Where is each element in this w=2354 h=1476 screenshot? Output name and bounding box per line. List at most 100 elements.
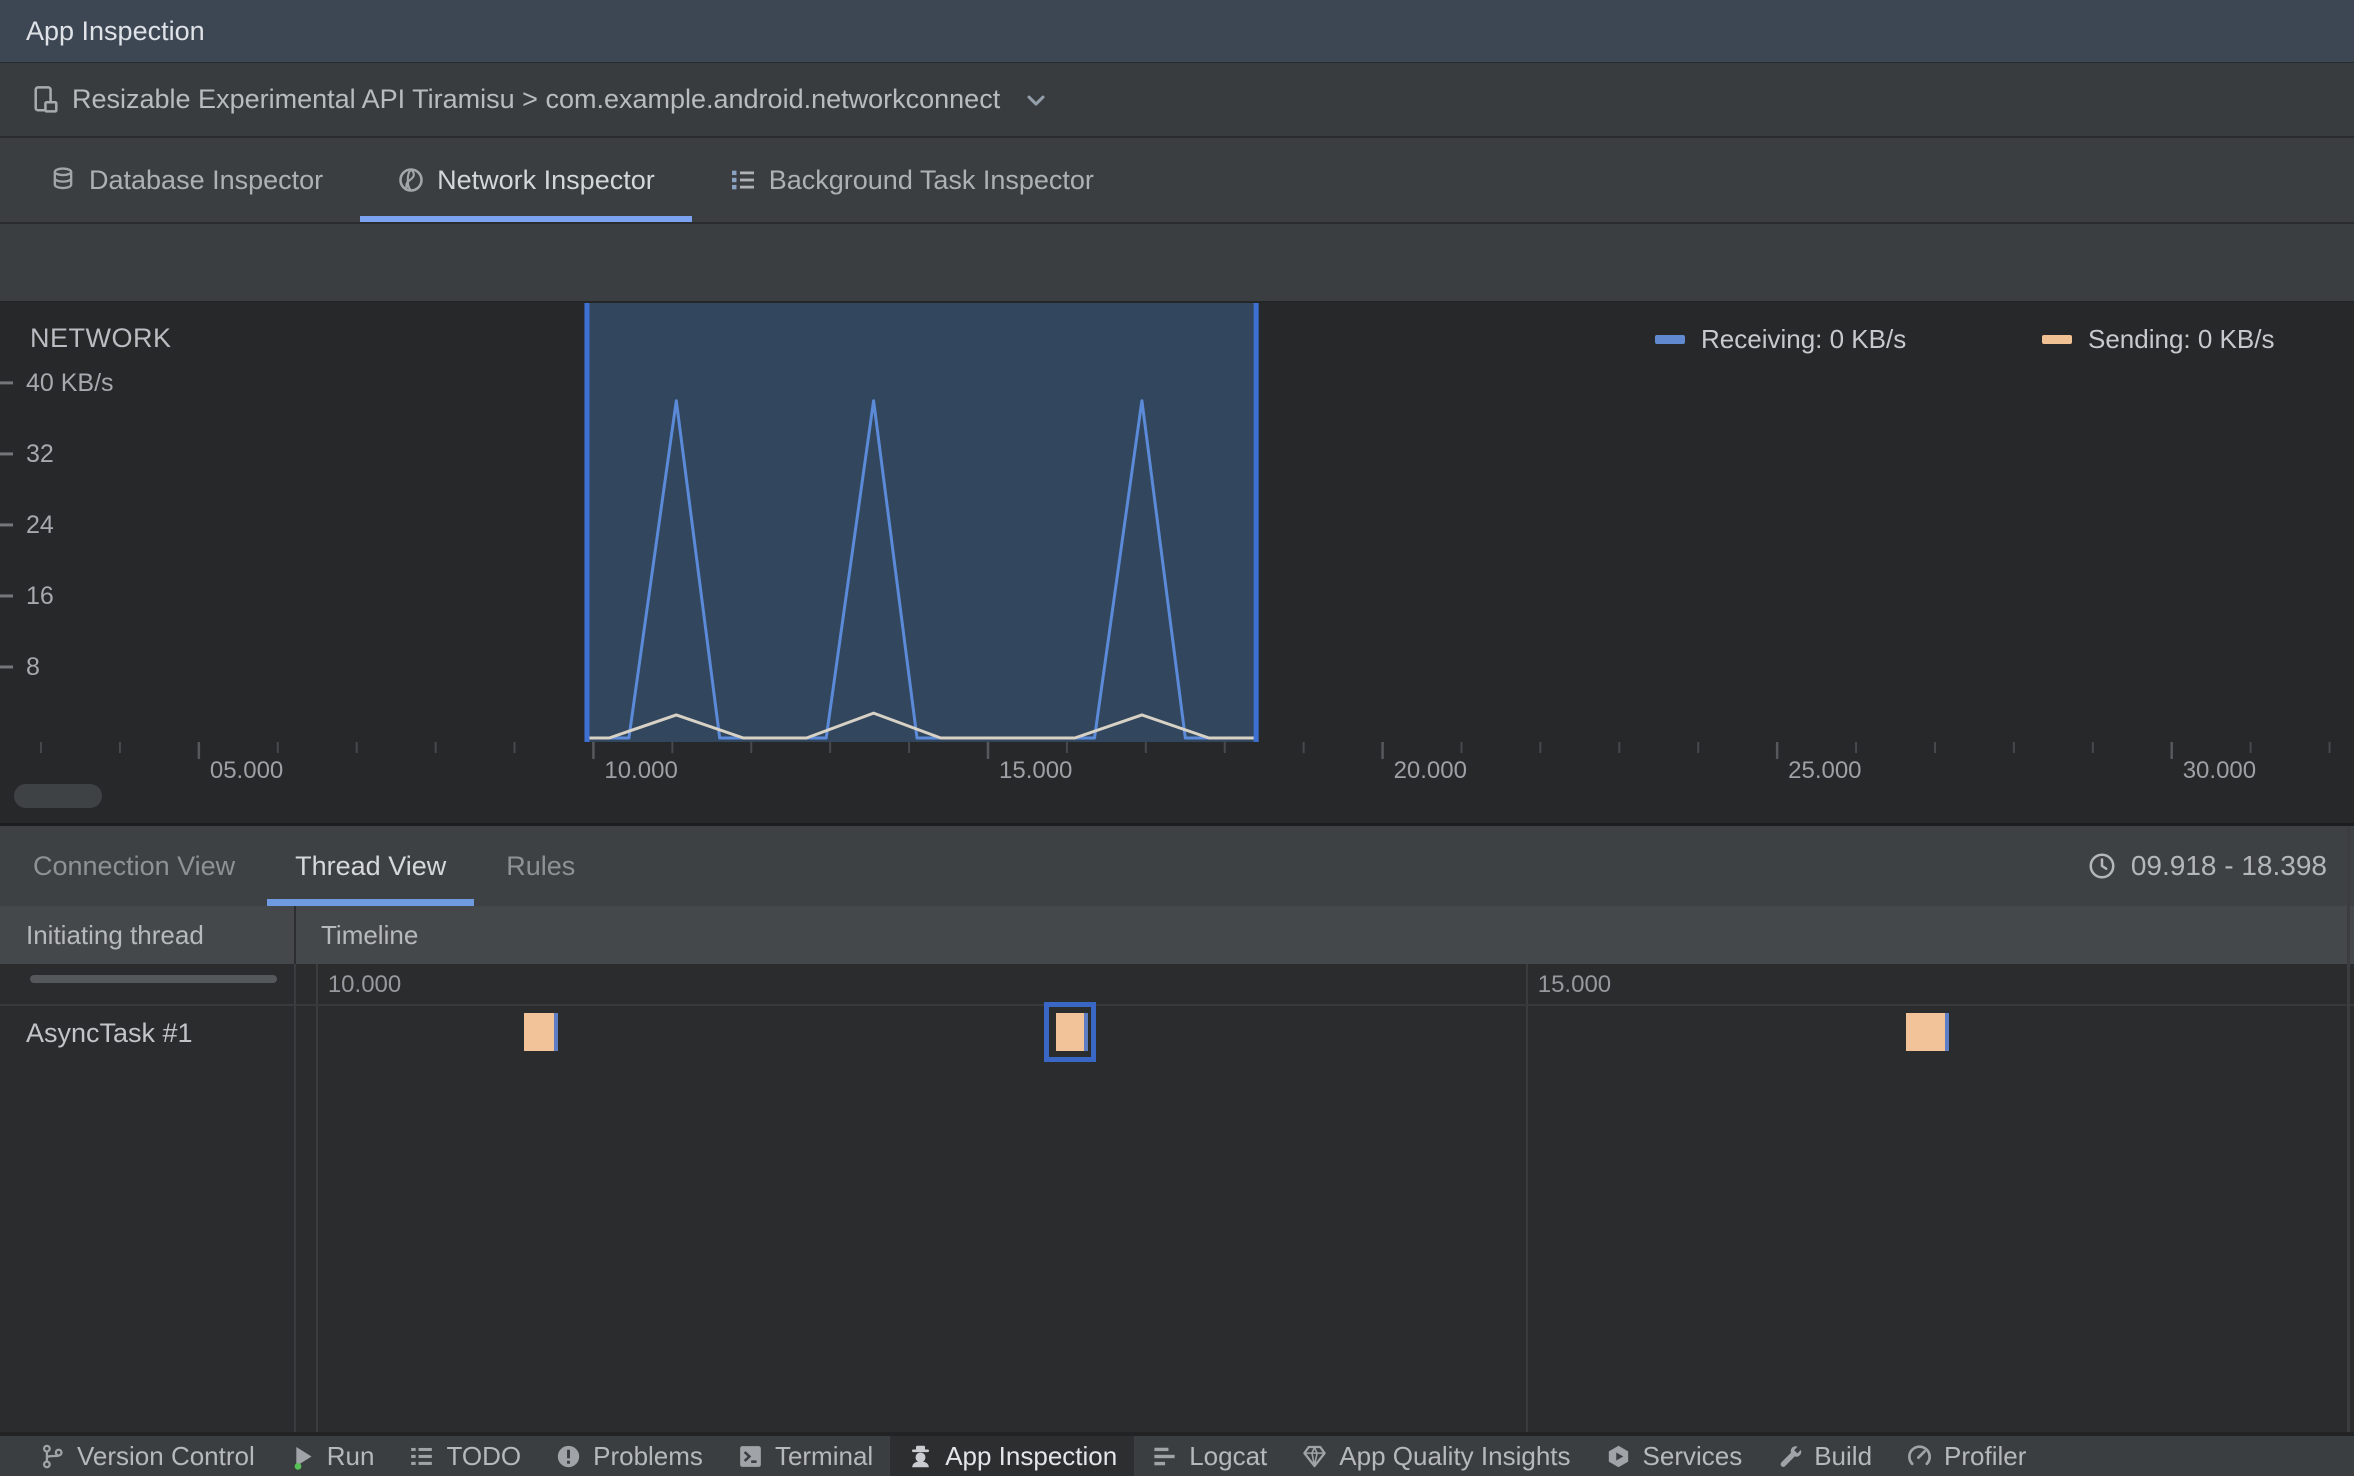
selected-process-label: Resizable Experimental API Tiramisu > co… — [72, 84, 1001, 114]
process-selector[interactable]: Resizable Experimental API Tiramisu > co… — [0, 63, 2354, 138]
timeline-gridline — [1525, 964, 1528, 1004]
git-branch-icon — [39, 1443, 66, 1470]
detail-view-tab-strip: Connection View Thread View Rules — [0, 826, 2354, 906]
toolbar-item-label: Build — [1814, 1440, 1873, 1471]
toolbar-item-label: Logcat — [1189, 1440, 1268, 1471]
chart-title: NETWORK — [30, 323, 172, 353]
chevron-down-icon — [1022, 86, 1050, 114]
toolbar-item-label: Terminal — [774, 1440, 874, 1471]
toolbar-item-app-quality-insights[interactable]: App Quality Insights — [1284, 1436, 1587, 1476]
todo-icon — [408, 1443, 435, 1470]
problems-icon — [555, 1443, 582, 1470]
inspector-toolbar-strip — [0, 222, 2354, 303]
y-axis-tick-label: 8 — [26, 652, 40, 681]
legend-swatch — [2042, 335, 2072, 344]
toolbar-item-label: Services — [1642, 1440, 1743, 1471]
profiler-icon — [1906, 1443, 1933, 1470]
thread-activity-block[interactable] — [523, 1013, 558, 1051]
column-header-initiating-thread: Initiating thread — [26, 919, 204, 950]
insights-icon — [1301, 1443, 1328, 1470]
legend-label: Receiving: 0 KB/s — [1701, 324, 1907, 354]
toolbar-item-label: App Quality Insights — [1339, 1440, 1571, 1471]
timeline-gridline — [315, 964, 318, 1004]
tab-connection-view[interactable]: Connection View — [3, 826, 265, 906]
logcat-icon — [1151, 1443, 1178, 1470]
chart-canvas[interactable]: 05.000 10.000 15.000 20.000 25.000 30.000 — [0, 303, 2354, 823]
services-icon — [1605, 1443, 1632, 1470]
tool-window-title: App Inspection — [26, 15, 205, 46]
timeline-axis-row: 10.000 15.000 — [0, 964, 2354, 1006]
timeline-tick-label: 10.000 — [327, 971, 402, 998]
x-axis-tick-label: 15.000 — [999, 757, 1072, 784]
tab-network-inspector[interactable]: Network Inspector — [360, 138, 692, 222]
timeline-gridline — [315, 1006, 318, 1435]
legend-item-receiving: Receiving: 0 KB/s — [1655, 324, 1906, 355]
run-icon — [289, 1443, 316, 1470]
toolbar-item-logcat[interactable]: Logcat — [1134, 1436, 1284, 1476]
x-axis-tick-label: 25.000 — [1788, 757, 1861, 784]
toolbar-item-label: App Inspection — [945, 1440, 1118, 1471]
y-axis-tick-label: 32 — [26, 439, 54, 468]
toolbar-item-build[interactable]: Build — [1759, 1436, 1889, 1476]
network-usage-chart: 05.000 10.000 15.000 20.000 25.000 30.000 NET… — [0, 303, 2354, 823]
selection-handle-left[interactable] — [584, 303, 590, 742]
toolbar-item-label: Version Control — [77, 1440, 255, 1471]
x-axis-tick-label: 30.000 — [2183, 757, 2256, 784]
toolbar-item-todo[interactable]: TODO — [391, 1436, 538, 1476]
thread-table-header: Initiating thread Timeline — [0, 906, 2354, 964]
tab-thread-view[interactable]: Thread View — [265, 826, 476, 906]
toolbar-item-label: Profiler — [1944, 1440, 2027, 1471]
time-range-label: 09.918 - 18.398 — [2130, 850, 2327, 881]
toolbar-item-app-inspection[interactable]: App Inspection — [890, 1436, 1135, 1476]
devices-icon — [30, 84, 62, 116]
selection-handle-right[interactable] — [1253, 303, 1259, 742]
panel-scrollbar-track[interactable] — [2347, 826, 2350, 1435]
terminal-icon — [737, 1443, 764, 1470]
thread-rows: AsyncTask #1 — [0, 1002, 2354, 1435]
tab-label: Background Task Inspector — [768, 164, 1094, 195]
toolbar-item-version-control[interactable]: Version Control — [22, 1436, 272, 1476]
x-axis-tick-label: 20.000 — [1394, 757, 1467, 784]
tab-label: Network Inspector — [437, 164, 655, 195]
thread-activity-block[interactable] — [1905, 1013, 1950, 1051]
toolbar-item-label: TODO — [446, 1440, 522, 1471]
selection-region[interactable] — [586, 303, 1257, 742]
network-inspector-detail-panel: Connection View Thread View Rules 09.918 -… — [0, 823, 2354, 1435]
thread-column-scrollbar[interactable] — [30, 975, 277, 983]
toolbar-item-profiler[interactable]: Profiler — [1889, 1436, 2043, 1476]
toolbar-item-terminal[interactable]: Terminal — [720, 1436, 890, 1476]
y-axis-tick-label: 16 — [26, 581, 54, 610]
tab-background-task-inspector[interactable]: Background Task Inspector — [692, 138, 1131, 222]
column-divider[interactable] — [294, 906, 296, 1435]
app-inspection-icon — [907, 1443, 934, 1470]
x-axis-tick-label: 05.000 — [210, 757, 283, 784]
tab-label: Database Inspector — [89, 164, 324, 195]
chart-horizontal-scrollbar[interactable] — [14, 784, 102, 808]
app-inspection-window: App Inspection Resizable Experimental AP… — [0, 0, 2354, 1476]
selected-time-range: 09.918 - 18.398 — [2087, 826, 2327, 906]
toolbar-item-services[interactable]: Services — [1588, 1436, 1760, 1476]
tab-rules[interactable]: Rules — [476, 826, 605, 906]
timeline-gridline — [1525, 1006, 1528, 1435]
legend-item-sending: Sending: 0 KB/s — [2042, 324, 2274, 355]
y-axis-tick-label: 40 KB/s — [26, 368, 114, 397]
thread-name: AsyncTask #1 — [26, 1018, 193, 1048]
x-axis-tick-label: 10.000 — [604, 757, 677, 784]
column-divider-header — [294, 906, 296, 964]
toolbar-item-problems[interactable]: Problems — [538, 1436, 720, 1476]
database-icon — [49, 166, 77, 194]
thread-activity-block-selected[interactable] — [1044, 1002, 1097, 1062]
legend-swatch — [1655, 335, 1685, 344]
column-header-timeline: Timeline — [321, 919, 419, 950]
toolbar-item-label: Run — [326, 1440, 375, 1471]
timeline-tick-label: 15.000 — [1537, 971, 1612, 998]
build-icon — [1776, 1443, 1803, 1470]
toolbar-item-label: Problems — [593, 1440, 703, 1471]
inspector-tab-strip: Database Inspector Network Inspector Backg… — [0, 138, 2354, 222]
tab-database-inspector[interactable]: Database Inspector — [12, 138, 360, 222]
task-list-icon — [729, 166, 757, 194]
globe-icon — [397, 166, 425, 194]
clock-icon — [2087, 851, 2117, 881]
toolbar-item-run[interactable]: Run — [272, 1436, 392, 1476]
tool-window-bar: Version Control Run TODO Problems Terminal Ap… — [0, 1432, 2354, 1476]
